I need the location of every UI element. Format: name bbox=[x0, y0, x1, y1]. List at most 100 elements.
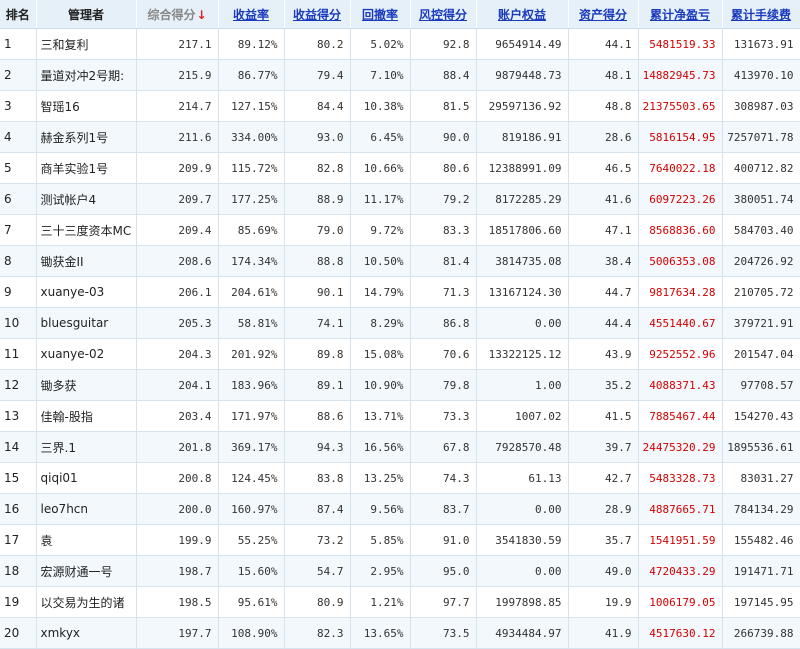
cell-return-score: 93.0 bbox=[284, 121, 351, 153]
header-cum-fee[interactable]: 累计手续费 bbox=[722, 0, 800, 29]
cell-cum-pnl: 4088371.43 bbox=[638, 369, 723, 401]
cell-drawdown: 13.25% bbox=[350, 462, 411, 494]
table-row: 6 测试帐户4 209.7 177.25% 88.9 11.17% 79.2 8172285.… bbox=[0, 183, 800, 215]
cell-asset-score: 44.4 bbox=[568, 307, 639, 339]
cell-equity: 0.00 bbox=[476, 307, 569, 339]
header-return-rate[interactable]: 收益率 bbox=[218, 0, 285, 29]
cell-cum-pnl: 21375503.65 bbox=[638, 90, 723, 122]
sort-link-return-rate[interactable]: 收益率 bbox=[233, 8, 269, 22]
cell-composite-score: 205.3 bbox=[136, 307, 219, 339]
cell-return-rate: 89.12% bbox=[218, 28, 285, 60]
sort-link-risk-score[interactable]: 风控得分 bbox=[419, 8, 467, 22]
cell-asset-score: 41.5 bbox=[568, 400, 639, 432]
header-composite-score[interactable]: 综合得分↓ bbox=[136, 0, 219, 29]
table-row: 9 xuanye-03 206.1 204.61% 90.1 14.79% 71.3 1316… bbox=[0, 276, 800, 308]
cell-cum-pnl: 14882945.73 bbox=[638, 59, 723, 91]
table-row: 2 量道对冲2号期: 215.9 86.77% 79.4 7.10% 88.4 9879448… bbox=[0, 59, 800, 91]
cell-return-score: 94.3 bbox=[284, 431, 351, 463]
header-risk-score[interactable]: 风控得分 bbox=[410, 0, 477, 29]
cell-cum-pnl: 6097223.26 bbox=[638, 183, 723, 215]
cell-manager-name: 测试帐户4 bbox=[36, 183, 137, 215]
cell-rank: 12 bbox=[0, 369, 37, 401]
cell-rank: 4 bbox=[0, 121, 37, 153]
header-cum-pnl[interactable]: 累计净盈亏 bbox=[638, 0, 723, 29]
table-row: 17 袁 199.9 55.25% 73.2 5.85% 91.0 3541830.59 35.… bbox=[0, 524, 800, 556]
cell-cum-fee: 155482.46 bbox=[722, 524, 800, 556]
cell-asset-score: 38.4 bbox=[568, 245, 639, 277]
cell-manager-name: 以交易为生的诸 bbox=[36, 586, 137, 618]
cell-cum-fee: 308987.03 bbox=[722, 90, 800, 122]
cell-rank: 17 bbox=[0, 524, 37, 556]
cell-risk-score: 95.0 bbox=[410, 555, 477, 587]
cell-drawdown: 15.08% bbox=[350, 338, 411, 370]
cell-equity: 0.00 bbox=[476, 493, 569, 525]
header-drawdown[interactable]: 回撤率 bbox=[350, 0, 411, 29]
cell-manager-name: leo7hcn bbox=[36, 493, 137, 525]
cell-cum-fee: 204726.92 bbox=[722, 245, 800, 277]
cell-equity: 3814735.08 bbox=[476, 245, 569, 277]
cell-equity: 13322125.12 bbox=[476, 338, 569, 370]
cell-return-score: 84.4 bbox=[284, 90, 351, 122]
sort-link-cum-fee[interactable]: 累计手续费 bbox=[731, 8, 791, 22]
sort-link-asset-score[interactable]: 资产得分 bbox=[579, 8, 627, 22]
cell-return-rate: 115.72% bbox=[218, 152, 285, 184]
cell-rank: 5 bbox=[0, 152, 37, 184]
header-manager-label: 管理者 bbox=[67, 7, 104, 22]
sort-link-equity[interactable]: 账户权益 bbox=[498, 8, 546, 22]
cell-cum-pnl: 5006353.08 bbox=[638, 245, 723, 277]
cell-rank: 15 bbox=[0, 462, 37, 494]
cell-rank: 3 bbox=[0, 90, 37, 122]
sort-link-drawdown[interactable]: 回撤率 bbox=[362, 8, 398, 22]
cell-equity: 9654914.49 bbox=[476, 28, 569, 60]
cell-asset-score: 44.7 bbox=[568, 276, 639, 308]
cell-equity: 9879448.73 bbox=[476, 59, 569, 91]
sort-link-return-score[interactable]: 收益得分 bbox=[293, 8, 341, 22]
cell-drawdown: 10.90% bbox=[350, 369, 411, 401]
cell-rank: 6 bbox=[0, 183, 37, 215]
cell-drawdown: 13.71% bbox=[350, 400, 411, 432]
cell-return-rate: 58.81% bbox=[218, 307, 285, 339]
cell-return-rate: 204.61% bbox=[218, 276, 285, 308]
cell-return-score: 90.1 bbox=[284, 276, 351, 308]
header-return-score[interactable]: 收益得分 bbox=[284, 0, 351, 29]
cell-composite-score: 217.1 bbox=[136, 28, 219, 60]
cell-manager-name: 佳翰-股指 bbox=[36, 400, 137, 432]
cell-drawdown: 10.66% bbox=[350, 152, 411, 184]
cell-drawdown: 5.85% bbox=[350, 524, 411, 556]
cell-cum-fee: 379721.91 bbox=[722, 307, 800, 339]
cell-return-rate: 124.45% bbox=[218, 462, 285, 494]
cell-rank: 2 bbox=[0, 59, 37, 91]
cell-drawdown: 14.79% bbox=[350, 276, 411, 308]
cell-return-score: 82.8 bbox=[284, 152, 351, 184]
table-row: 4 赫金系列1号 211.6 334.00% 93.0 6.45% 90.0 819186.9… bbox=[0, 121, 800, 153]
cell-equity: 8172285.29 bbox=[476, 183, 569, 215]
cell-return-score: 88.9 bbox=[284, 183, 351, 215]
cell-return-rate: 334.00% bbox=[218, 121, 285, 153]
cell-drawdown: 8.29% bbox=[350, 307, 411, 339]
cell-composite-score: 209.7 bbox=[136, 183, 219, 215]
cell-cum-pnl: 7640022.18 bbox=[638, 152, 723, 184]
cell-drawdown: 7.10% bbox=[350, 59, 411, 91]
cell-risk-score: 86.8 bbox=[410, 307, 477, 339]
sort-link-cum-pnl[interactable]: 累计净盈亏 bbox=[650, 8, 710, 22]
cell-cum-fee: 210705.72 bbox=[722, 276, 800, 308]
cell-equity: 18517806.60 bbox=[476, 214, 569, 246]
cell-equity: 13167124.30 bbox=[476, 276, 569, 308]
cell-risk-score: 79.2 bbox=[410, 183, 477, 215]
cell-return-rate: 177.25% bbox=[218, 183, 285, 215]
cell-drawdown: 10.38% bbox=[350, 90, 411, 122]
cell-cum-fee: 266739.88 bbox=[722, 617, 800, 649]
cell-return-rate: 160.97% bbox=[218, 493, 285, 525]
header-composite-label[interactable]: 综合得分 bbox=[147, 8, 195, 22]
cell-composite-score: 208.6 bbox=[136, 245, 219, 277]
sort-down-arrow-icon: ↓ bbox=[196, 7, 207, 22]
cell-manager-name: 赫金系列1号 bbox=[36, 121, 137, 153]
cell-drawdown: 9.56% bbox=[350, 493, 411, 525]
header-equity[interactable]: 账户权益 bbox=[476, 0, 569, 29]
cell-cum-pnl: 1006179.05 bbox=[638, 586, 723, 618]
cell-cum-pnl: 4517630.12 bbox=[638, 617, 723, 649]
cell-risk-score: 79.8 bbox=[410, 369, 477, 401]
header-asset-score[interactable]: 资产得分 bbox=[568, 0, 639, 29]
table-row: 14 三界.1 201.8 369.17% 94.3 16.56% 67.8 7928570.… bbox=[0, 431, 800, 463]
cell-composite-score: 198.5 bbox=[136, 586, 219, 618]
